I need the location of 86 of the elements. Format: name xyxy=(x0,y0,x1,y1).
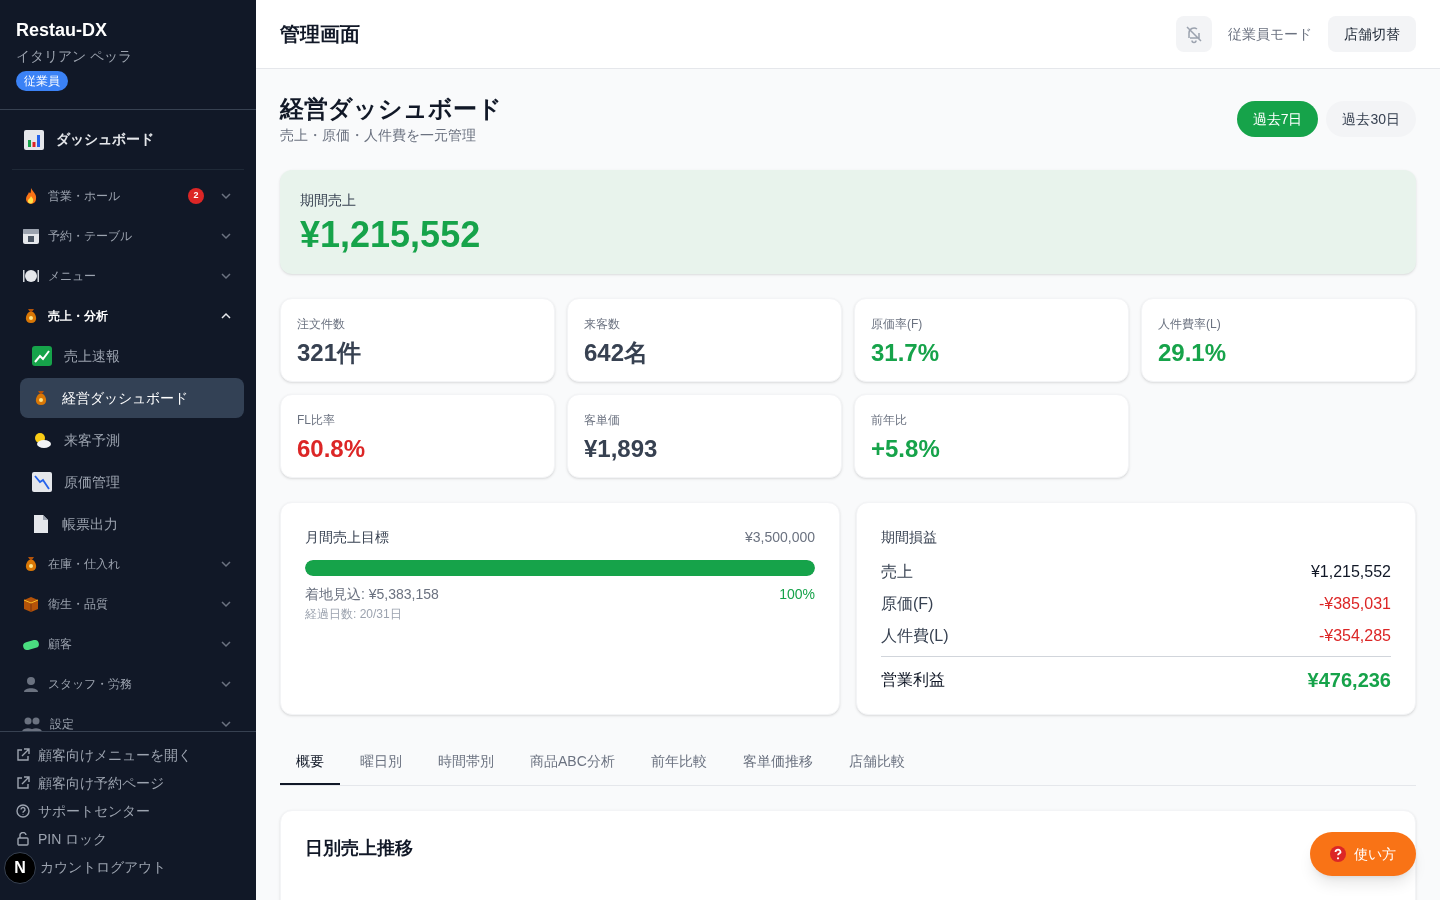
role-badge: 従業員 xyxy=(16,71,68,91)
sidebar-link[interactable]: 顧客向けメニューを開く xyxy=(16,744,192,766)
help-icon xyxy=(16,804,30,818)
dev-badge[interactable]: N xyxy=(4,852,36,884)
nav-item[interactable]: 経営ダッシュボード xyxy=(20,378,244,418)
sidebar-link[interactable]: 顧客向け予約ページ xyxy=(16,772,164,794)
kpi-label: 客単価 xyxy=(584,412,621,429)
sidebar-link[interactable]: サポートセンター xyxy=(16,800,150,822)
card-title: 月間売上目標 xyxy=(305,528,389,547)
target-value: ¥3,500,000 xyxy=(744,528,815,547)
kpi-label: 原価率(F) xyxy=(871,316,924,333)
kpi-value: 642名 xyxy=(584,338,650,368)
nav-group[interactable]: 在庫・仕入れ xyxy=(12,544,244,584)
kpi-value: 31.7% xyxy=(871,338,941,368)
sidebar-link[interactable]: カウントログアウト xyxy=(40,856,166,878)
tab[interactable]: 前年比較 xyxy=(634,739,723,785)
nav-group[interactable]: メニュー xyxy=(12,256,244,296)
nav-group[interactable]: 設定 xyxy=(12,704,244,731)
unlock-icon xyxy=(16,832,30,846)
row-label: 人件費(L) xyxy=(881,626,949,646)
kpi-value: +5.8% xyxy=(871,434,941,464)
switch-store-button[interactable]: 店舗切替 xyxy=(1328,16,1416,52)
kpi-label: 来客数 xyxy=(584,316,621,333)
nav-group[interactable]: 売上・分析 xyxy=(12,296,244,336)
people-icon xyxy=(22,715,42,731)
percent-text: 100% xyxy=(779,585,815,604)
person-icon xyxy=(22,675,40,693)
notifications-off-button[interactable] xyxy=(1176,16,1212,52)
kpi-value: 321件 xyxy=(297,338,363,368)
sales-value: ¥1,215,552 xyxy=(300,215,482,255)
nav-group[interactable]: 営業・ホール 2 xyxy=(12,176,244,216)
elapsed-text: 経過日数: 20/31日 xyxy=(305,606,403,623)
document-icon xyxy=(32,514,50,534)
forecast-text: 着地見込: ¥5,383,158 xyxy=(305,585,439,604)
bell-off-icon xyxy=(1184,24,1204,44)
external-link-icon xyxy=(16,748,30,762)
nav-group[interactable]: 衛生・品質 xyxy=(12,584,244,624)
row-value: -¥354,285 xyxy=(1318,626,1391,646)
external-link-icon xyxy=(16,776,30,790)
nav-group[interactable]: スタッフ・労務 xyxy=(12,664,244,704)
chart-down-icon xyxy=(32,472,52,492)
row-label: 売上 xyxy=(881,562,913,582)
store-name: イタリアン ペッラ xyxy=(16,47,132,66)
bar-chart-icon xyxy=(24,129,44,150)
nav-item[interactable]: 原価管理 xyxy=(20,462,244,502)
nav-item[interactable]: 売上速報 xyxy=(20,336,244,376)
tab[interactable]: 時間帯別 xyxy=(422,739,510,785)
chart-up-icon xyxy=(32,346,52,366)
tab[interactable]: 客単価推移 xyxy=(726,739,829,785)
tab[interactable]: 商品ABC分析 xyxy=(514,739,631,785)
row-label: 営業利益 xyxy=(881,670,945,690)
row-value: ¥1,215,552 xyxy=(1310,562,1391,582)
tab[interactable]: 概要 xyxy=(280,739,340,785)
nav-group[interactable]: 顧客 xyxy=(12,624,244,664)
nav-group[interactable]: 予約・テーブル xyxy=(12,216,244,256)
nav-item[interactable]: 来客予測 xyxy=(20,420,244,460)
card-label: 期間売上 xyxy=(300,191,357,210)
plate-icon xyxy=(22,267,40,285)
nav-item[interactable]: ダッシュボード xyxy=(12,110,244,170)
profit-value: ¥476,236 xyxy=(1307,668,1391,693)
row-value: -¥385,031 xyxy=(1318,594,1391,614)
card-title: 日別売上推移 xyxy=(305,837,413,860)
mode-label: 従業員モード xyxy=(1228,24,1312,44)
header-title: 管理画面 xyxy=(280,22,361,47)
count-badge: 2 xyxy=(188,188,204,204)
sidebar-link[interactable]: PIN ロック xyxy=(16,828,108,850)
kpi-value: 60.8% xyxy=(297,434,367,464)
help-icon xyxy=(1330,846,1346,862)
brand-name: Restau-DX xyxy=(16,19,108,42)
page-title: 経営ダッシュボード xyxy=(280,94,502,124)
kpi-label: 注文件数 xyxy=(297,316,346,333)
kpi-label: FL比率 xyxy=(297,412,336,429)
range-button[interactable]: 過去30日 xyxy=(1326,101,1416,137)
tab[interactable]: 曜日別 xyxy=(344,739,418,785)
sun-cloud-icon xyxy=(32,431,52,449)
row-label: 原価(F) xyxy=(881,594,934,614)
card-title: 期間損益 xyxy=(881,528,938,547)
kpi-value: ¥1,893 xyxy=(584,434,659,464)
kpi-value: 29.1% xyxy=(1158,338,1228,368)
nav-item[interactable]: 帳票出力 xyxy=(20,504,244,544)
page-subtitle: 売上・原価・人件費を一元管理 xyxy=(280,126,477,145)
tab[interactable]: 店舗比較 xyxy=(832,739,921,785)
box-icon xyxy=(22,595,40,613)
kpi-label: 前年比 xyxy=(871,412,908,429)
kpi-label: 人件費率(L) xyxy=(1158,316,1222,333)
calendar-icon xyxy=(22,227,40,245)
